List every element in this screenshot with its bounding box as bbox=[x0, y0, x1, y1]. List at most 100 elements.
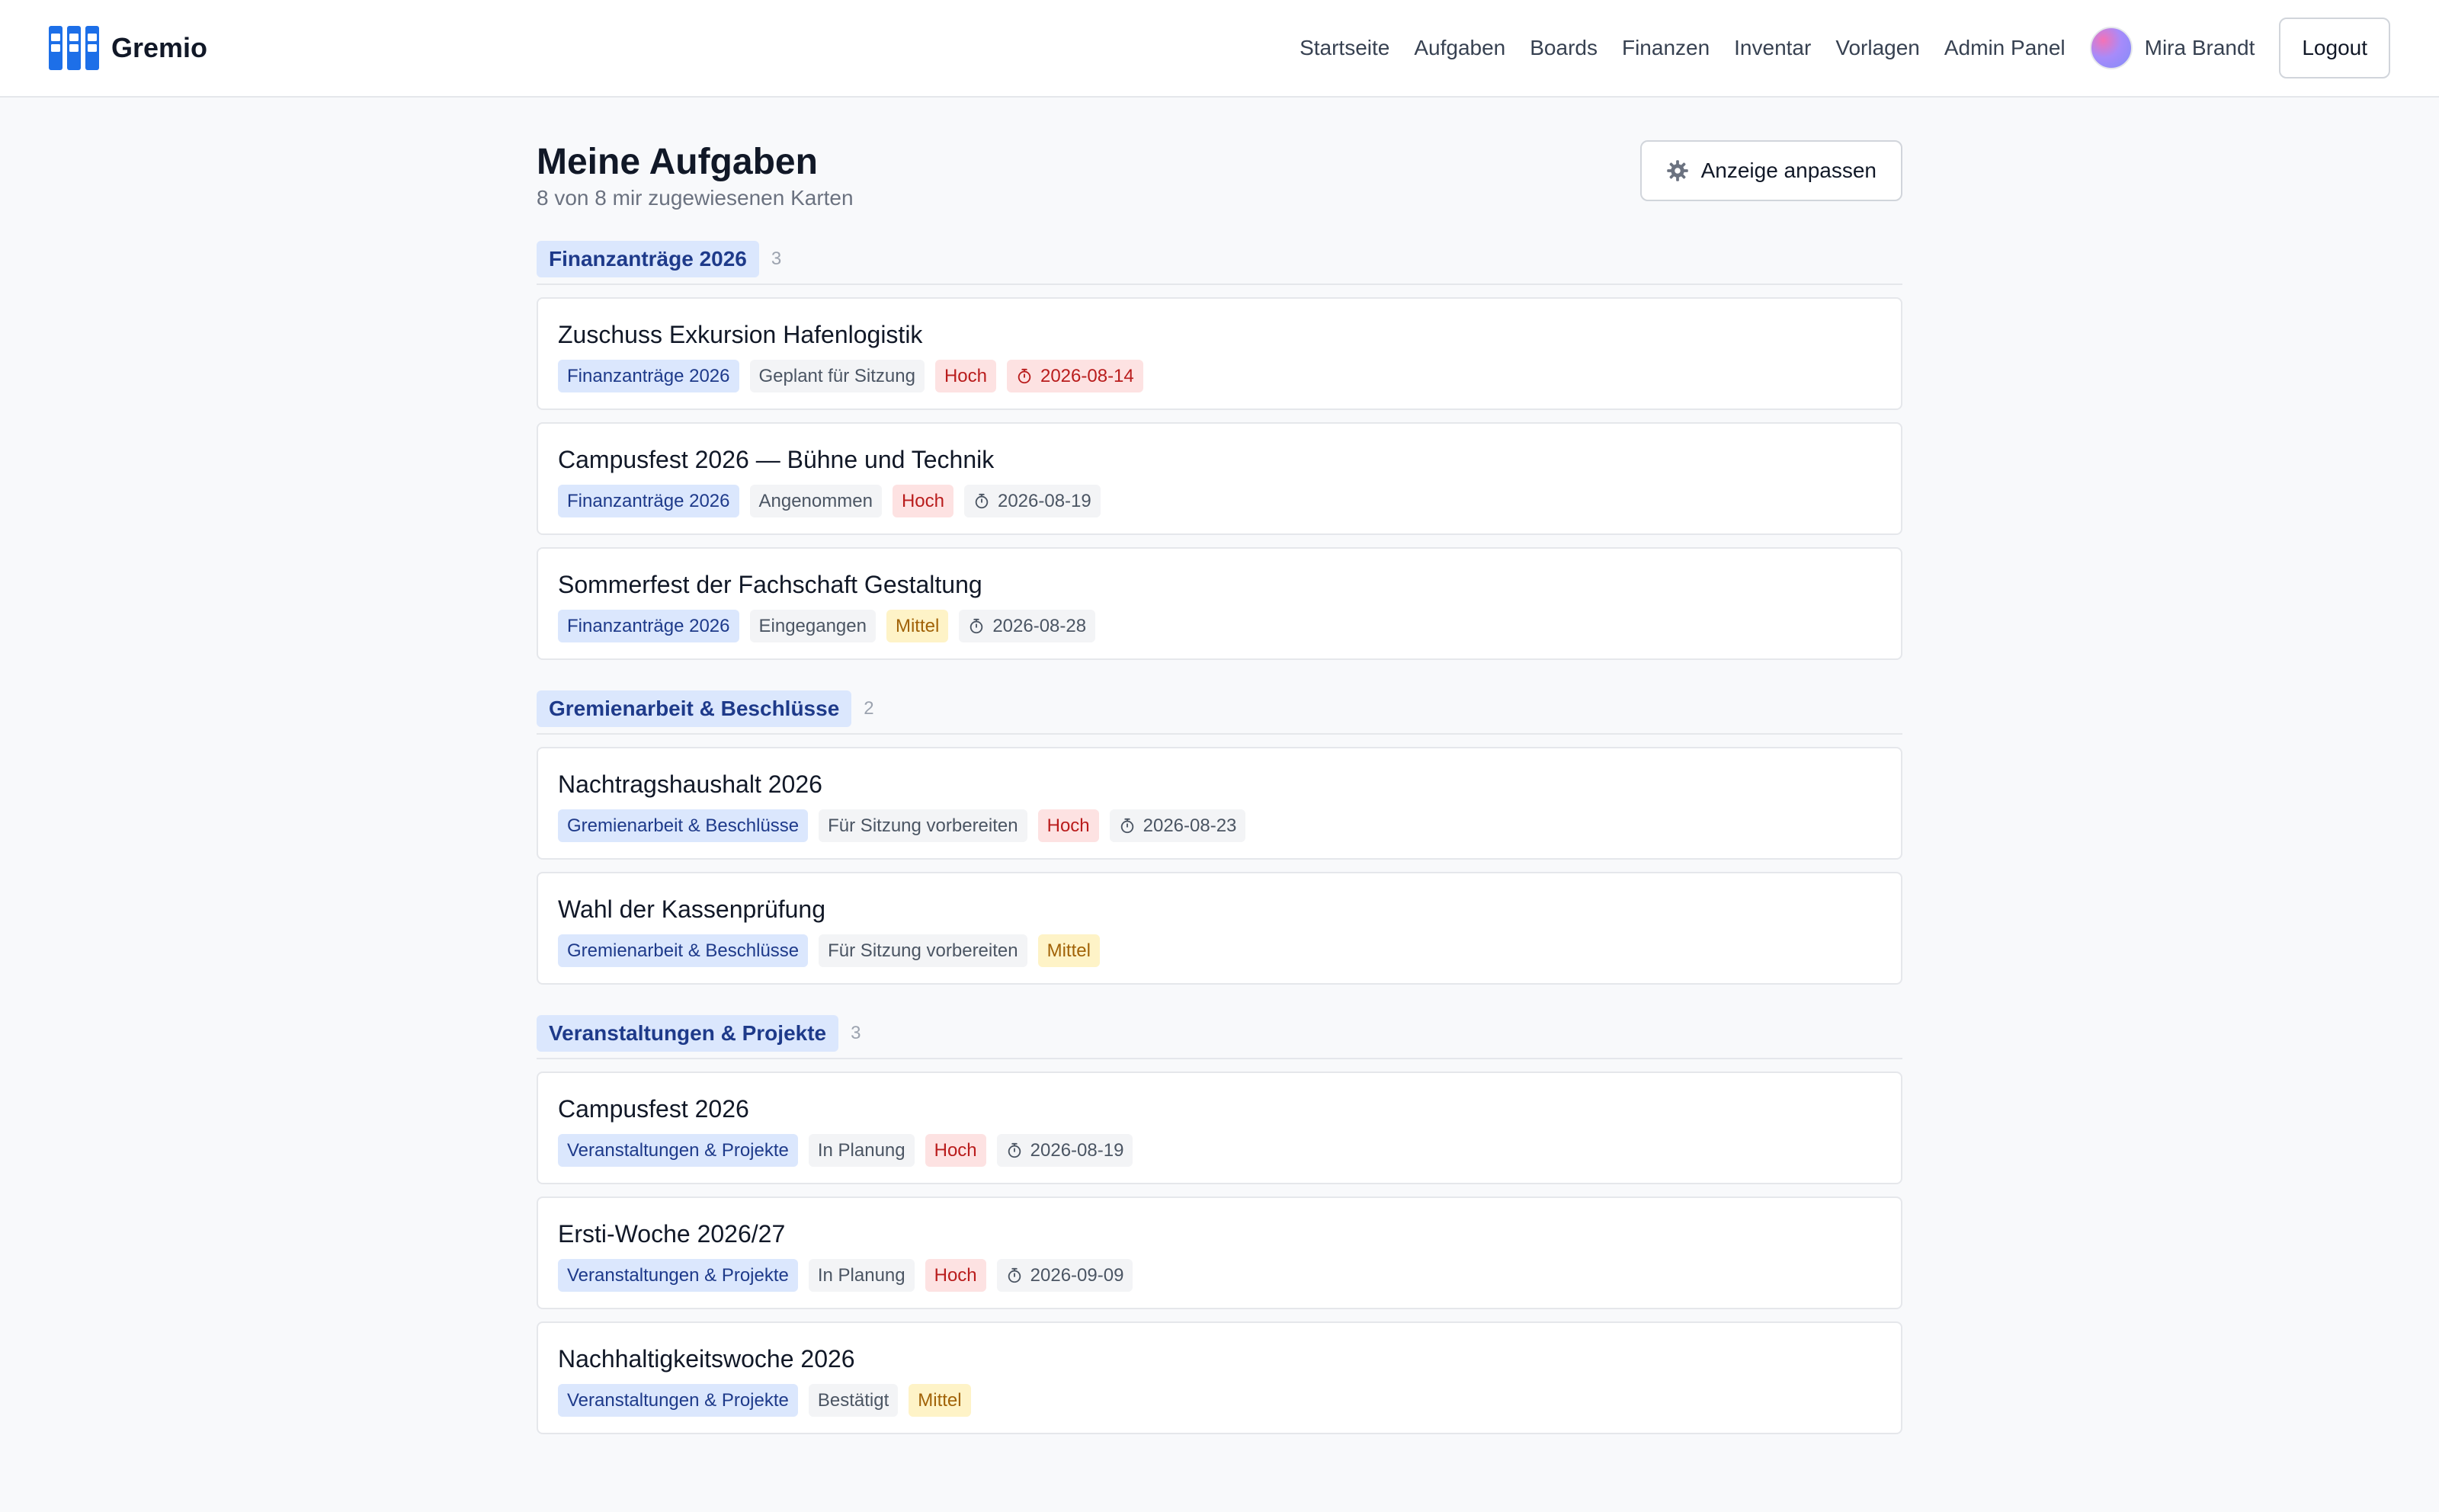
task-card-tags: Veranstaltungen & Projekte In Planung Hoch… bbox=[558, 1133, 1881, 1168]
timer-icon bbox=[975, 493, 989, 508]
board-tag: Finanzanträge 2026 bbox=[558, 484, 739, 518]
group-header: Gremienarbeit & Beschlüsse 2 bbox=[537, 690, 1902, 735]
board-logo-icon bbox=[49, 26, 99, 70]
due-date-tag: 2026-08-28 bbox=[959, 609, 1096, 643]
status-tag: Für Sitzung vorbereiten bbox=[819, 934, 1027, 968]
group-title[interactable]: Veranstaltungen & Projekte bbox=[537, 1014, 839, 1052]
customize-view-button[interactable]: Anzeige anpassen bbox=[1639, 140, 1902, 201]
nav-link-startseite[interactable]: Startseite bbox=[1300, 36, 1389, 60]
board-tag: Gremienarbeit & Beschlüsse bbox=[558, 809, 809, 843]
task-card-tags: Finanzanträge 2026 Angenommen Hoch 2026-08-… bbox=[558, 484, 1881, 518]
task-card-title: Campusfest 2026 bbox=[558, 1094, 749, 1123]
status-tag: Für Sitzung vorbereiten bbox=[819, 809, 1027, 843]
page-header: Meine Aufgaben 8 von 8 mir zugewiesenen … bbox=[537, 140, 1902, 210]
avatar bbox=[2089, 27, 2133, 69]
group-header: Veranstaltungen & Projekte 3 bbox=[537, 1014, 1902, 1059]
group-title[interactable]: Finanzanträge 2026 bbox=[537, 240, 759, 277]
due-date: 2026-09-09 bbox=[1030, 1264, 1124, 1286]
board-tag: Veranstaltungen & Projekte bbox=[558, 1133, 798, 1168]
gear-icon bbox=[1666, 160, 1688, 181]
timer-icon bbox=[970, 618, 983, 633]
page-subtitle: 8 von 8 mir zugewiesenen Karten bbox=[537, 185, 854, 210]
status-tag: In Planung bbox=[808, 1133, 915, 1168]
top-navbar: Gremio Startseite Aufgaben Boards Finanz… bbox=[0, 0, 2439, 98]
priority-tag: Hoch bbox=[925, 1258, 986, 1293]
logout-button[interactable]: Logout bbox=[2279, 18, 2390, 78]
user-menu[interactable]: Mira Brandt bbox=[2089, 27, 2255, 69]
task-card[interactable]: Ersti-Woche 2026/27 Veranstaltungen & Pro… bbox=[537, 1196, 1902, 1309]
task-card[interactable]: Campusfest 2026 Veranstaltungen & Projekt… bbox=[537, 1071, 1902, 1184]
nav-link-inventar[interactable]: Inventar bbox=[1734, 36, 1811, 60]
task-card-tags: Finanzanträge 2026 Geplant für Sitzung Hoc… bbox=[558, 359, 1881, 393]
nav-link-admin-panel[interactable]: Admin Panel bbox=[1944, 36, 2066, 60]
task-card-title: Zuschuss Exkursion Hafenlogistik bbox=[558, 320, 923, 348]
due-date: 2026-08-19 bbox=[997, 490, 1091, 511]
group-count: 3 bbox=[851, 1022, 861, 1043]
task-group: Finanzanträge 2026 3 Zuschuss Exkursion Ha… bbox=[537, 240, 1902, 660]
task-card-title: Ersti-Woche 2026/27 bbox=[558, 1219, 786, 1248]
task-group: Gremienarbeit & Beschlüsse 2 Nachtragshaus… bbox=[537, 690, 1902, 985]
board-tag: Veranstaltungen & Projekte bbox=[558, 1383, 798, 1418]
due-date-tag: 2026-08-19 bbox=[996, 1133, 1133, 1168]
priority-tag: Hoch bbox=[925, 1133, 986, 1168]
due-date-tag: 2026-09-09 bbox=[996, 1258, 1133, 1293]
user-name: Mira Brandt bbox=[2144, 36, 2255, 59]
priority-tag: Mittel bbox=[886, 609, 949, 643]
task-card-title: Wahl der Kassenprüfung bbox=[558, 895, 826, 923]
task-card-tags: Veranstaltungen & Projekte In Planung Hoch… bbox=[558, 1258, 1881, 1293]
page-title: Meine Aufgaben bbox=[537, 142, 818, 182]
task-card-title: Campusfest 2026 — Bühne und Technik bbox=[558, 445, 995, 473]
customize-view-label: Anzeige anpassen bbox=[1700, 159, 1877, 182]
nav-link-aufgaben[interactable]: Aufgaben bbox=[1414, 36, 1505, 60]
timer-icon bbox=[1018, 368, 1031, 383]
task-card-title: Nachhaltigkeitswoche 2026 bbox=[558, 1344, 855, 1373]
status-tag: Bestätigt bbox=[808, 1383, 899, 1418]
app-name: Gremio bbox=[111, 32, 208, 63]
nav-link-finanzen[interactable]: Finanzen bbox=[1622, 36, 1710, 60]
task-group: Veranstaltungen & Projekte 3 Campusfest 20… bbox=[537, 1014, 1902, 1434]
due-date: 2026-08-23 bbox=[1143, 815, 1237, 836]
board-tag: Finanzanträge 2026 bbox=[558, 359, 739, 393]
due-date-tag: 2026-08-19 bbox=[963, 484, 1101, 518]
status-tag: In Planung bbox=[808, 1258, 915, 1293]
brand-home-link[interactable]: Gremio bbox=[49, 26, 207, 70]
task-card[interactable]: Zuschuss Exkursion Hafenlogistik Finanzan… bbox=[537, 296, 1902, 410]
priority-tag: Hoch bbox=[892, 484, 953, 518]
board-tag: Finanzanträge 2026 bbox=[558, 609, 739, 643]
board-tag: Gremienarbeit & Beschlüsse bbox=[558, 934, 809, 968]
main-nav: Startseite Aufgaben Boards Finanzen Inve… bbox=[1300, 27, 2255, 69]
status-tag: Angenommen bbox=[749, 484, 882, 518]
board-tag: Veranstaltungen & Projekte bbox=[558, 1258, 798, 1293]
group-count: 2 bbox=[864, 697, 874, 719]
task-card-tags: Gremienarbeit & Beschlüsse Für Sitzung vo… bbox=[558, 934, 1881, 968]
timer-icon bbox=[1120, 818, 1133, 833]
task-card[interactable]: Nachtragshaushalt 2026 Gremienarbeit & Be… bbox=[537, 746, 1902, 860]
task-card[interactable]: Sommerfest der Fachschaft Gestaltung Fina… bbox=[537, 546, 1902, 660]
task-card[interactable]: Nachhaltigkeitswoche 2026 Veranstaltungen… bbox=[537, 1321, 1902, 1434]
timer-icon bbox=[1008, 1267, 1021, 1283]
task-card-tags: Gremienarbeit & Beschlüsse Für Sitzung vo… bbox=[558, 809, 1881, 843]
priority-tag: Mittel bbox=[1037, 934, 1100, 968]
task-card-title: Nachtragshaushalt 2026 bbox=[558, 770, 822, 798]
due-date: 2026-08-14 bbox=[1040, 365, 1134, 386]
task-card[interactable]: Campusfest 2026 — Bühne und Technik Finan… bbox=[537, 421, 1902, 535]
priority-tag: Hoch bbox=[934, 359, 996, 393]
task-card-title: Sommerfest der Fachschaft Gestaltung bbox=[558, 570, 982, 598]
status-tag: Geplant für Sitzung bbox=[749, 359, 925, 393]
nav-link-vorlagen[interactable]: Vorlagen bbox=[1835, 36, 1920, 60]
group-title[interactable]: Gremienarbeit & Beschlüsse bbox=[537, 690, 852, 727]
status-tag: Eingegangen bbox=[749, 609, 876, 643]
due-date-tag: 2026-08-23 bbox=[1109, 809, 1246, 843]
due-date: 2026-08-19 bbox=[1030, 1139, 1124, 1161]
group-count: 3 bbox=[771, 248, 782, 269]
task-groups: Finanzanträge 2026 3 Zuschuss Exkursion Ha… bbox=[537, 240, 1902, 1434]
timer-icon bbox=[1008, 1142, 1021, 1158]
task-card-tags: Veranstaltungen & Projekte Bestätigt Mitte… bbox=[558, 1383, 1881, 1418]
task-card-tags: Finanzanträge 2026 Eingegangen Mittel 2026-… bbox=[558, 609, 1881, 643]
priority-tag: Hoch bbox=[1037, 809, 1099, 843]
nav-link-boards[interactable]: Boards bbox=[1530, 36, 1598, 60]
due-date: 2026-08-28 bbox=[992, 615, 1087, 636]
group-header: Finanzanträge 2026 3 bbox=[537, 240, 1902, 285]
priority-tag: Mittel bbox=[909, 1383, 971, 1418]
task-card[interactable]: Wahl der Kassenprüfung Gremienarbeit & Be… bbox=[537, 871, 1902, 985]
